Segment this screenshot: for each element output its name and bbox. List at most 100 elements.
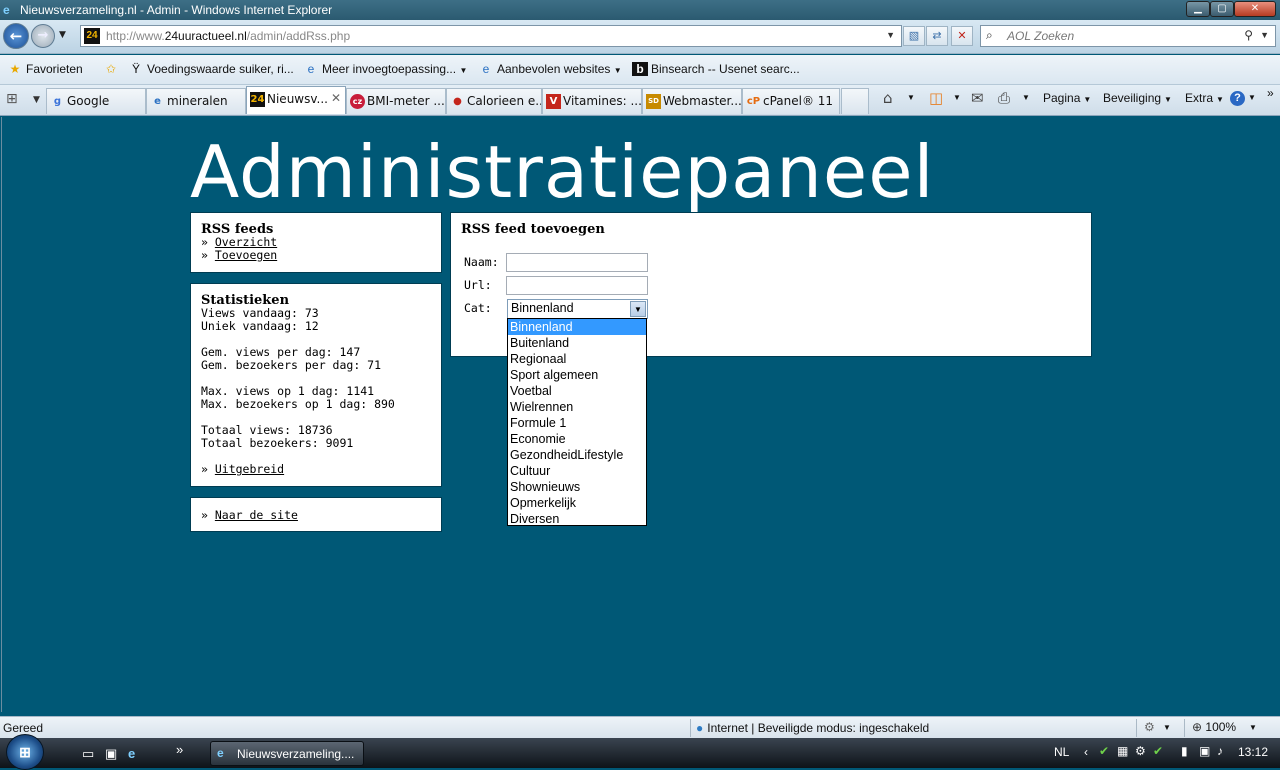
zoom-level[interactable]: ⊕ 100% xyxy=(1192,720,1236,734)
maximize-button[interactable]: ▢ xyxy=(1210,1,1234,17)
address-url[interactable]: http://www.24uuractueel.nl/admin/addRss.… xyxy=(106,29,350,43)
clock[interactable]: 13:12 xyxy=(1238,745,1268,759)
search-icon[interactable]: ⚲ xyxy=(1244,28,1253,42)
url-field[interactable] xyxy=(506,276,648,295)
security-zone[interactable]: ● Internet | Beveiligde modus: ingeschake… xyxy=(696,721,929,735)
start-button[interactable]: ⊞ xyxy=(6,734,44,770)
minimize-button[interactable]: ▁ xyxy=(1186,1,1210,17)
category-option[interactable]: Diversen xyxy=(508,511,646,527)
refresh-icon: ⇄ xyxy=(932,29,942,42)
category-option[interactable]: Buitenland xyxy=(508,335,646,351)
favorite-link[interactable]: Ÿ Voedingswaarde suiker, ri... xyxy=(128,62,294,76)
chevron-down-icon[interactable]: ▼ xyxy=(1163,723,1171,732)
security-menu[interactable]: Beveiliging ▼ xyxy=(1103,91,1172,105)
uitgebreid-link[interactable]: Uitgebreid xyxy=(215,462,284,476)
ie-page-icon: e xyxy=(482,62,490,76)
tab-bmi-meter[interactable]: cz BMI-meter ... xyxy=(346,88,446,114)
print-icon[interactable]: ⎙ xyxy=(998,89,1010,107)
zoom-dropdown-icon[interactable]: ▼ xyxy=(1249,723,1257,732)
help-icon[interactable]: ? xyxy=(1230,91,1245,106)
mail-icon[interactable]: ✉ xyxy=(971,89,984,107)
home-icon[interactable]: ⌂ xyxy=(883,89,893,107)
tab-google[interactable]: g Google xyxy=(46,88,146,114)
tray-shield-icon[interactable]: ✔ xyxy=(1099,744,1109,758)
toevoegen-link[interactable]: Toevoegen xyxy=(215,248,277,262)
refresh-button[interactable]: ⇄ xyxy=(926,26,948,46)
tab-cpanel[interactable]: cP cPanel® 11 xyxy=(742,88,840,114)
category-select[interactable]: Binnenland ▼ xyxy=(507,299,648,319)
stop-button[interactable]: ✕ xyxy=(951,26,973,46)
category-option[interactable]: Cultuur xyxy=(508,463,646,479)
category-option[interactable]: Sport algemeen xyxy=(508,367,646,383)
address-dropdown-icon[interactable]: ▼ xyxy=(886,30,895,40)
category-option[interactable]: Shownieuws xyxy=(508,479,646,495)
new-tab-button[interactable] xyxy=(841,88,869,114)
protected-mode-icon[interactable]: ⚙ xyxy=(1144,720,1155,734)
more-chevron-icon[interactable]: » xyxy=(176,742,183,757)
tray-network-icon[interactable]: ▦ xyxy=(1117,744,1128,758)
tray-battery-icon[interactable]: ▮ xyxy=(1181,744,1188,758)
recent-pages-dropdown[interactable]: ▼ xyxy=(59,30,69,42)
favorites-button[interactable]: ★ Favorieten xyxy=(7,62,83,76)
help-dropdown-icon[interactable]: ▼ xyxy=(1248,93,1256,102)
chevron-down-icon: ▼ xyxy=(1164,95,1172,104)
category-option[interactable]: Voetbal xyxy=(508,383,646,399)
rss-feed-icon[interactable]: ◫ xyxy=(929,89,943,107)
print-dropdown-icon[interactable]: ▼ xyxy=(1022,93,1030,102)
category-option[interactable]: GezondheidLifestyle xyxy=(508,447,646,463)
taskbar-item-ie[interactable]: e Nieuwsverzameling.... xyxy=(210,741,364,766)
compatibility-view-button[interactable]: ▧ xyxy=(903,26,925,46)
chevron-down-icon[interactable]: ▼ xyxy=(630,301,646,317)
page-menu[interactable]: Pagina ▼ xyxy=(1043,91,1091,105)
address-bar[interactable]: 24 http://www.24uuractueel.nl/admin/addR… xyxy=(80,25,902,47)
search-input[interactable]: ⌕ AOL Zoeken ⚲ ▼ xyxy=(980,25,1276,47)
favorite-link[interactable]: b Binsearch -- Usenet searc... xyxy=(632,62,800,76)
arrow-right-icon: → xyxy=(37,28,49,43)
forward-button[interactable]: → xyxy=(31,24,55,48)
tray-volume-icon[interactable]: ♪ xyxy=(1217,744,1223,758)
ie-quicklaunch-icon[interactable]: e xyxy=(128,746,135,761)
category-option[interactable]: Wielrennen xyxy=(508,399,646,415)
tab-calorieen[interactable]: ● Calorieen e... xyxy=(446,88,542,114)
ie-page-icon: e xyxy=(154,96,161,107)
search-options-dropdown-icon[interactable]: ▼ xyxy=(1260,30,1269,40)
name-field[interactable] xyxy=(506,253,648,272)
quick-tabs-icon[interactable]: ⊞ xyxy=(6,91,30,111)
category-option[interactable]: Economie xyxy=(508,431,646,447)
stat-unique-today: Uniek vandaag: 12 xyxy=(201,319,319,333)
tray-expand-icon[interactable]: ‹ xyxy=(1084,745,1088,759)
category-option[interactable]: Formule 1 xyxy=(508,415,646,431)
tab-list-dropdown-icon[interactable]: ▼ xyxy=(33,95,40,105)
category-option[interactable]: Opmerkelijk xyxy=(508,495,646,511)
explorer-icon[interactable]: ▣ xyxy=(105,746,117,762)
tray-monitor-icon[interactable]: ▣ xyxy=(1199,744,1210,758)
ie-page-icon: e xyxy=(307,62,315,76)
tomato-icon: ● xyxy=(453,96,462,107)
more-chevron-icon[interactable]: » xyxy=(1267,86,1274,100)
favorite-link[interactable]: e Meer invoegtoepassing... ▼ xyxy=(303,62,468,76)
show-desktop-icon[interactable]: ▭ xyxy=(82,746,94,762)
feed-dropdown-icon[interactable]: ▼ xyxy=(953,93,961,102)
naar-de-site-link[interactable]: Naar de site xyxy=(215,508,298,522)
tray-check-icon[interactable]: ✔ xyxy=(1153,744,1163,758)
chevron-down-icon: ▼ xyxy=(1216,95,1224,104)
close-tab-icon[interactable]: ✕ xyxy=(331,91,341,105)
tab-vitamines[interactable]: V Vitamines: ... xyxy=(542,88,642,114)
globe-icon: ● xyxy=(696,721,704,735)
back-button[interactable]: ← xyxy=(3,23,29,49)
category-option[interactable]: Binnenland xyxy=(508,319,646,335)
overzicht-link[interactable]: Overzicht xyxy=(215,235,277,249)
tray-device-icon[interactable]: ⚙ xyxy=(1135,744,1146,758)
add-favorite-button[interactable]: ✩ xyxy=(103,62,122,76)
favorite-link[interactable]: e Aanbevolen websites ▼ xyxy=(478,62,622,76)
tab-nieuwsverzameling[interactable]: 24 Nieuwsv... ✕ xyxy=(246,86,346,114)
close-window-button[interactable]: ✕ xyxy=(1234,1,1276,17)
name-label: Naam: xyxy=(464,255,499,269)
category-option[interactable]: Regionaal xyxy=(508,351,646,367)
extra-menu[interactable]: Extra ▼ xyxy=(1185,91,1224,105)
tab-mineralen[interactable]: e mineralen xyxy=(146,88,246,114)
tab-webmaster[interactable]: SD Webmaster... xyxy=(642,88,742,114)
language-indicator[interactable]: NL xyxy=(1054,745,1069,759)
zoom-icon: ⊕ xyxy=(1192,720,1203,734)
home-dropdown-icon[interactable]: ▼ xyxy=(907,93,915,102)
